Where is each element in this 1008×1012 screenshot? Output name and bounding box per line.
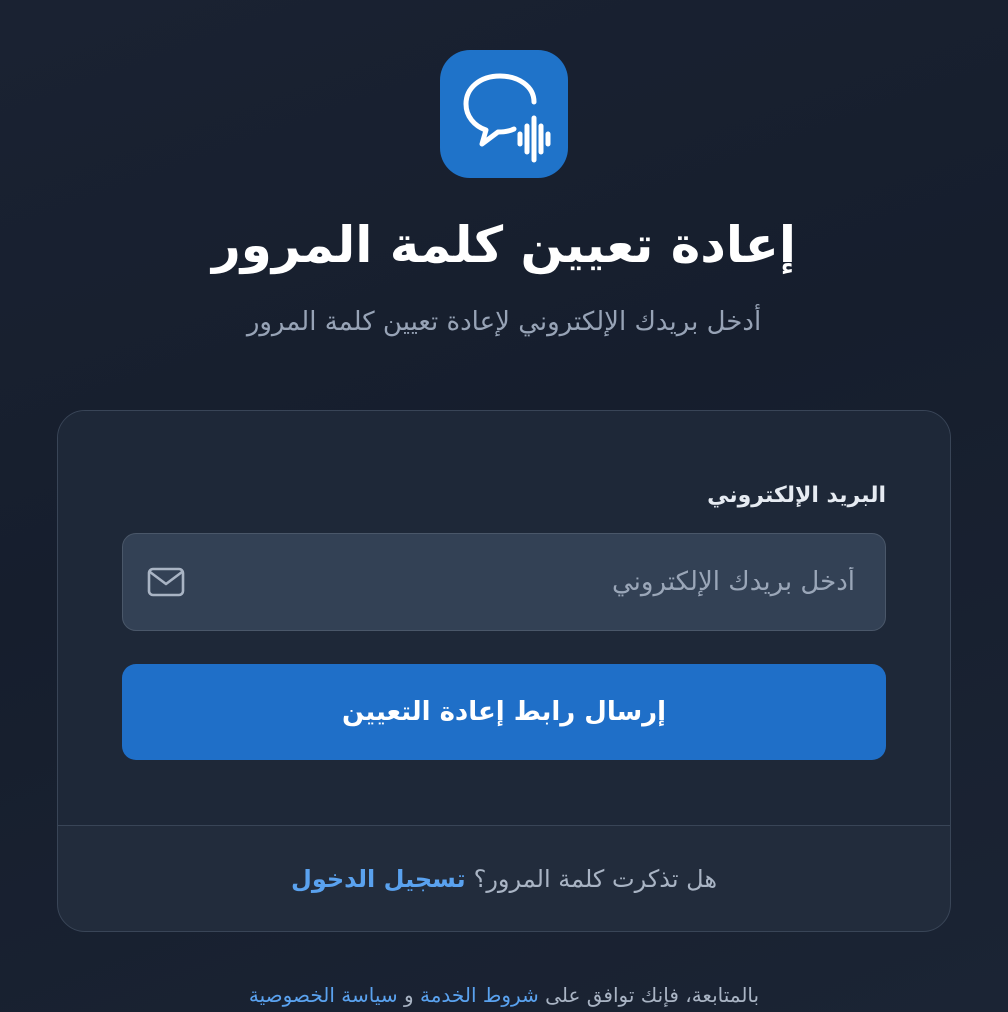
legal-notice: بالمتابعة، فإنك توافق على شروط الخدمة و … — [0, 980, 1008, 1010]
legal-prefix: بالمتابعة، فإنك توافق على — [545, 983, 760, 1007]
card-body: البريد الإلكتروني إرسال رابط إعادة التعي… — [58, 411, 950, 825]
app-logo — [440, 50, 568, 178]
email-input[interactable] — [207, 534, 855, 630]
mail-icon — [147, 567, 185, 597]
page-title: إعادة تعيين كلمة المرور — [211, 216, 796, 274]
legal-conjunction: و — [403, 983, 414, 1007]
terms-link[interactable]: شروط الخدمة — [420, 983, 539, 1007]
page-subtitle: أدخل بريدك الإلكتروني لإعادة تعيين كلمة … — [246, 307, 762, 337]
email-field-wrapper — [122, 533, 886, 631]
reset-password-card: البريد الإلكتروني إرسال رابط إعادة التعي… — [57, 410, 951, 932]
send-reset-link-button[interactable]: إرسال رابط إعادة التعيين — [122, 664, 886, 760]
chat-bubble-sound-wave-icon — [463, 73, 551, 163]
card-footer: هل تذكرت كلمة المرور؟ تسجيل الدخول — [58, 825, 950, 931]
email-label: البريد الإلكتروني — [707, 483, 886, 508]
login-link[interactable]: تسجيل الدخول — [291, 865, 466, 893]
remembered-password-text: هل تذكرت كلمة المرور؟ — [473, 864, 717, 893]
privacy-link[interactable]: سياسة الخصوصية — [249, 983, 398, 1007]
